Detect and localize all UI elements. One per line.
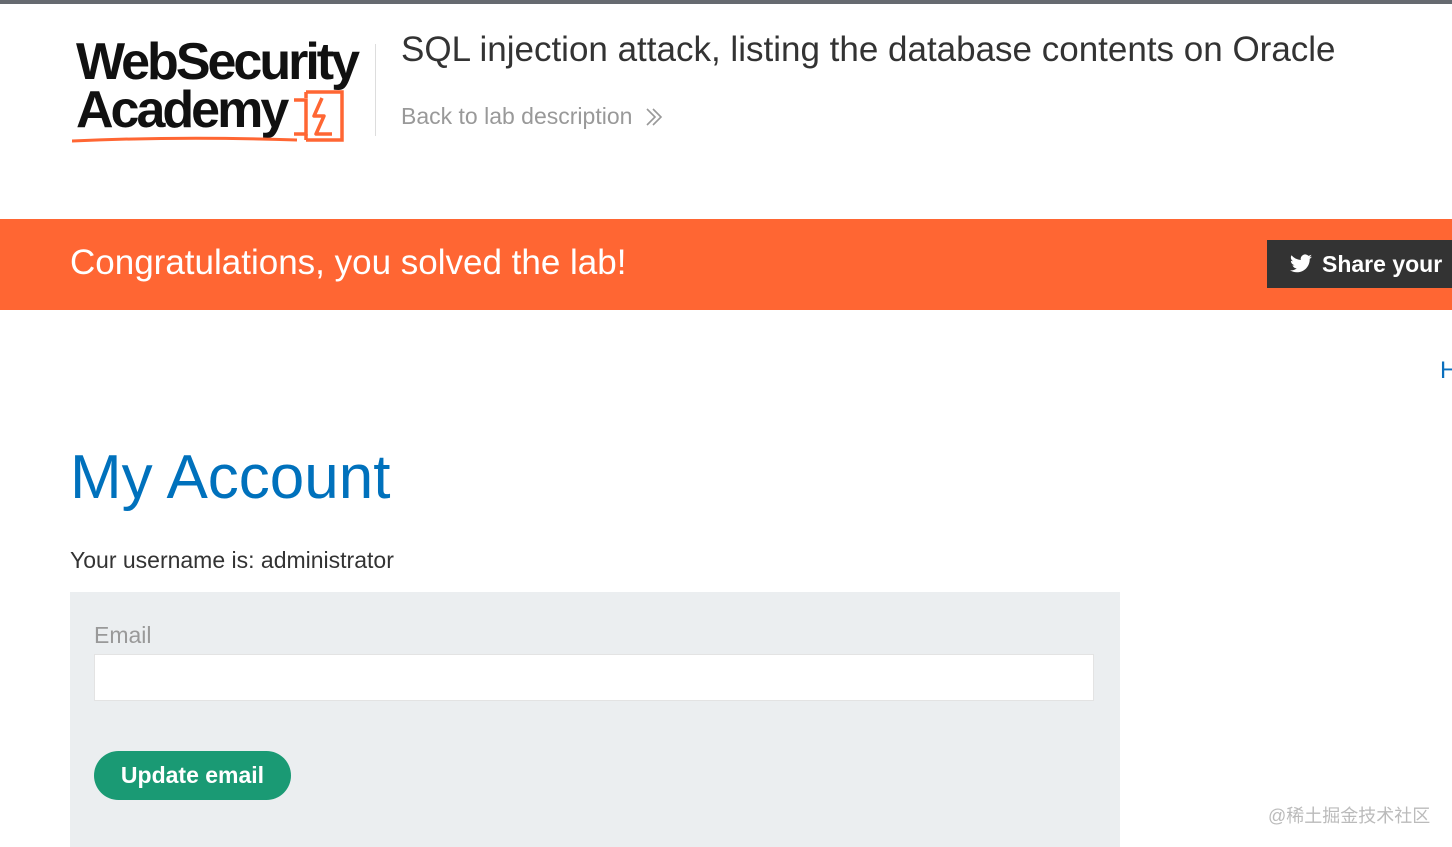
- header-divider: [375, 44, 376, 136]
- congratulations-message: Congratulations, you solved the lab!: [70, 243, 627, 282]
- home-nav-link[interactable]: H: [1440, 357, 1452, 387]
- email-field[interactable]: [94, 654, 1094, 701]
- back-link-label: Back to lab description: [401, 103, 633, 129]
- lab-header: WebSecurity Academy SQL injection attack…: [0, 4, 1452, 219]
- double-chevron-right-icon: [646, 107, 663, 126]
- update-email-button[interactable]: Update email: [94, 751, 291, 800]
- username-text: Your username is: administrator: [70, 547, 394, 573]
- lab-solved-banner: Congratulations, you solved the lab! Sha…: [0, 219, 1452, 310]
- update-email-form: Email Update email: [70, 592, 1120, 847]
- share-on-twitter-button[interactable]: Share your: [1267, 240, 1452, 288]
- page-title: My Account: [70, 443, 391, 512]
- web-security-academy-logo[interactable]: WebSecurity Academy: [72, 34, 372, 149]
- email-label: Email: [94, 622, 152, 648]
- logo-text-line2: Academy: [76, 81, 289, 139]
- back-to-lab-description-link[interactable]: Back to lab description: [401, 103, 664, 130]
- site-watermark: @稀土掘金技术社区: [1268, 806, 1431, 826]
- twitter-bird-icon: [1290, 254, 1312, 273]
- share-button-label: Share your: [1322, 250, 1443, 277]
- logo-underline-swoosh: [72, 136, 298, 143]
- lab-title: SQL injection attack, listing the databa…: [401, 30, 1336, 69]
